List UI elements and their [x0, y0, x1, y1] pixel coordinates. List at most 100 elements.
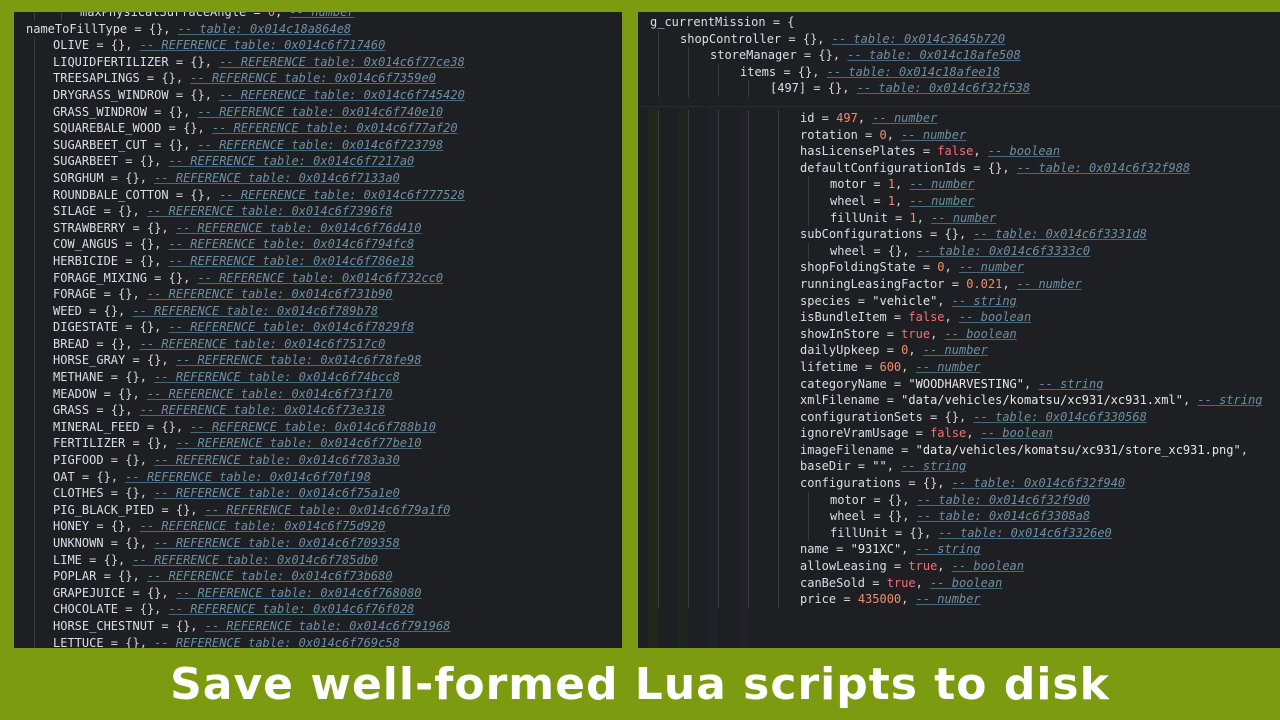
- code-line[interactable]: MINERAL_FEED = {}, -- REFERENCE table: 0…: [26, 418, 622, 436]
- code-comma: ,: [958, 227, 974, 242]
- code-line[interactable]: FORAGE_MIXING = {}, -- REFERENCE table: …: [26, 269, 622, 287]
- indent-guide: [34, 269, 35, 287]
- code-line[interactable]: HERBICIDE = {}, -- REFERENCE table: 0x01…: [26, 252, 622, 270]
- code-line[interactable]: LIME = {}, -- REFERENCE table: 0x014c6f7…: [26, 551, 622, 569]
- code-key: GRASS_WINDROW: [53, 104, 147, 119]
- code-line[interactable]: SILAGE = {}, -- REFERENCE table: 0x014c6…: [26, 203, 622, 220]
- code-line[interactable]: storeManager = {}, -- table: 0x014c18afe…: [650, 47, 1280, 64]
- code-line[interactable]: name = "931XC", -- string: [650, 541, 1280, 559]
- code-line[interactable]: wheel = 1, -- number: [650, 192, 1280, 210]
- code-line[interactable]: showInStore = true, -- boolean: [650, 325, 1280, 343]
- code-line[interactable]: nameToFillType = {}, -- table: 0x014c18a…: [26, 21, 622, 38]
- code-line[interactable]: TREESAPLINGS = {}, -- REFERENCE table: 0…: [26, 70, 622, 87]
- code-line[interactable]: SUGARBEET = {}, -- REFERENCE table: 0x01…: [26, 153, 622, 170]
- code-line[interactable]: SQUAREBALE_WOOD = {}, -- REFERENCE table…: [26, 120, 622, 137]
- code-line[interactable]: lifetime = 600, -- number: [650, 358, 1280, 376]
- code-line[interactable]: CLOTHES = {}, -- REFERENCE table: 0x014c…: [26, 485, 622, 502]
- code-line[interactable]: HONEY = {}, -- REFERENCE table: 0x014c6f…: [26, 518, 622, 535]
- code-line[interactable]: UNKNOWN = {}, -- REFERENCE table: 0x014c…: [26, 535, 622, 552]
- code-line[interactable]: SORGHUM = {}, -- REFERENCE table: 0x014c…: [26, 169, 622, 187]
- code-line[interactable]: motor = {}, -- table: 0x014c6f32f9d0: [650, 491, 1280, 509]
- indent-guide: [778, 458, 779, 476]
- code-operator: =: [96, 287, 119, 302]
- code-line[interactable]: defaultConfigurationIds = {}, -- table: …: [650, 159, 1280, 177]
- indent-guide: [718, 574, 719, 592]
- code-line[interactable]: HORSE_CHESTNUT = {}, -- REFERENCE table:…: [26, 617, 622, 635]
- indent-guide: [688, 126, 689, 144]
- code-comma: ,: [937, 559, 952, 574]
- code-line[interactable]: DRYGRASS_WINDROW = {}, -- REFERENCE tabl…: [26, 86, 622, 104]
- indent-guide: [718, 275, 719, 293]
- right-code-panel[interactable]: g_currentMission = {shopController = {},…: [638, 12, 1280, 648]
- indent-guide: [658, 126, 659, 144]
- code-line[interactable]: categoryName = "WOODHARVESTING", -- stri…: [650, 375, 1280, 393]
- code-line[interactable]: FORAGE = {}, -- REFERENCE table: 0x014c6…: [26, 286, 622, 303]
- code-line[interactable]: subConfigurations = {}, -- table: 0x014c…: [650, 226, 1280, 243]
- code-line[interactable]: ignoreVramUsage = false, -- boolean: [650, 425, 1280, 442]
- indent-guide: [34, 236, 35, 253]
- code-line[interactable]: METHANE = {}, -- REFERENCE table: 0x014c…: [26, 369, 622, 386]
- code-line[interactable]: isBundleItem = false, -- boolean: [650, 309, 1280, 326]
- code-comment: -- boolean: [930, 575, 1003, 590]
- code-line[interactable]: maxPhysicalSurfaceAngle = 0, -- number: [26, 12, 622, 21]
- code-line[interactable]: species = "vehicle", -- string: [650, 292, 1280, 310]
- code-line[interactable]: runningLeasingFactor = 0.021, -- number: [650, 275, 1280, 293]
- code-line[interactable]: imageFilename = "data/vehicles/komatsu/x…: [650, 441, 1280, 459]
- code-line[interactable]: POPLAR = {}, -- REFERENCE table: 0x014c6…: [26, 568, 622, 585]
- indent-guide: [688, 143, 689, 160]
- code-line[interactable]: hasLicensePlates = false, -- boolean: [650, 143, 1280, 160]
- code-line[interactable]: PIGFOOD = {}, -- REFERENCE table: 0x014c…: [26, 452, 622, 469]
- code-line[interactable]: BREAD = {}, -- REFERENCE table: 0x014c6f…: [26, 335, 622, 353]
- code-line[interactable]: LIQUIDFERTILIZER = {}, -- REFERENCE tabl…: [26, 53, 622, 71]
- code-line[interactable]: fillUnit = {}, -- table: 0x014c6f3326e0: [650, 524, 1280, 542]
- indent-guide: [748, 574, 749, 592]
- code-line[interactable]: PIG_BLACK_PIED = {}, -- REFERENCE table:…: [26, 501, 622, 519]
- code-comment: -- table: 0x014c6f32f940: [951, 476, 1126, 491]
- code-line[interactable]: canBeSold = true, -- boolean: [650, 574, 1280, 592]
- code-line[interactable]: HORSE_GRAY = {}, -- REFERENCE table: 0x0…: [26, 352, 622, 370]
- code-line[interactable]: MEADOW = {}, -- REFERENCE table: 0x014c6…: [26, 385, 622, 403]
- code-line[interactable]: allowLeasing = true, -- boolean: [650, 558, 1280, 575]
- code-line[interactable]: baseDir = "", -- string: [650, 458, 1280, 476]
- code-line[interactable]: price = 435000, -- number: [650, 591, 1280, 608]
- code-line[interactable]: fillUnit = 1, -- number: [650, 209, 1280, 227]
- code-line[interactable]: motor = 1, -- number: [650, 176, 1280, 193]
- code-line[interactable]: items = {}, -- table: 0x014c18afee18: [650, 63, 1280, 81]
- code-line[interactable]: GRASS = {}, -- REFERENCE table: 0x014c6f…: [26, 402, 622, 419]
- code-line[interactable]: OAT = {}, -- REFERENCE table: 0x014c6f70…: [26, 468, 622, 486]
- code-line[interactable]: dailyUpkeep = 0, -- number: [650, 342, 1280, 359]
- code-value: {}: [987, 160, 1003, 175]
- code-line[interactable]: wheel = {}, -- table: 0x014c6f3333c0: [650, 242, 1280, 260]
- left-code-panel[interactable]: maxPhysicalSurfaceAngle = 0, -- number na…: [14, 12, 622, 648]
- code-line[interactable]: FERTILIZER = {}, -- REFERENCE table: 0x0…: [26, 435, 622, 453]
- sticky-scroll-header[interactable]: g_currentMission = {shopController = {},…: [638, 12, 1280, 107]
- code-line[interactable]: shopFoldingState = 0, -- number: [650, 259, 1280, 276]
- code-line[interactable]: OLIVE = {}, -- REFERENCE table: 0x014c6f…: [26, 37, 622, 54]
- code-operator: =: [866, 509, 888, 524]
- code-line[interactable]: g_currentMission = {: [650, 14, 1280, 31]
- code-line[interactable]: SUGARBEET_CUT = {}, -- REFERENCE table: …: [26, 136, 622, 154]
- code-line[interactable]: ROUNDBALE_COTTON = {}, -- REFERENCE tabl…: [26, 186, 622, 204]
- code-line[interactable]: WEED = {}, -- REFERENCE table: 0x014c6f7…: [26, 302, 622, 320]
- code-line[interactable]: xmlFilename = "data/vehicles/komatsu/xc9…: [650, 392, 1280, 409]
- code-line[interactable]: configurations = {}, -- table: 0x014c6f3…: [650, 475, 1280, 492]
- indent-guide: [34, 551, 35, 569]
- code-value: {}: [118, 204, 133, 219]
- code-line[interactable]: DIGESTATE = {}, -- REFERENCE table: 0x01…: [26, 319, 622, 336]
- indent-guide: [778, 242, 779, 260]
- indent-guide: [718, 209, 719, 227]
- code-line[interactable]: STRAWBERRY = {}, -- REFERENCE table: 0x0…: [26, 219, 622, 237]
- code-line[interactable]: wheel = {}, -- table: 0x014c6f3308a8: [650, 508, 1280, 525]
- code-line[interactable]: LETTUCE = {}, -- REFERENCE table: 0x014c…: [26, 634, 622, 648]
- code-line[interactable]: shopController = {}, -- table: 0x014c364…: [650, 30, 1280, 48]
- code-line[interactable]: [497] = {}, -- table: 0x014c6f32f538: [650, 80, 1280, 97]
- code-line[interactable]: COW_ANGUS = {}, -- REFERENCE table: 0x01…: [26, 236, 622, 253]
- code-comma: ,: [958, 409, 974, 424]
- code-line[interactable]: CHOCOLATE = {}, -- REFERENCE table: 0x01…: [26, 601, 622, 618]
- indent-guide: [718, 441, 719, 459]
- code-line[interactable]: GRAPEJUICE = {}, -- REFERENCE table: 0x0…: [26, 584, 622, 602]
- code-line[interactable]: id = 497, -- number: [650, 110, 1280, 127]
- code-line[interactable]: rotation = 0, -- number: [650, 126, 1280, 144]
- code-line[interactable]: GRASS_WINDROW = {}, -- REFERENCE table: …: [26, 103, 622, 121]
- code-line[interactable]: configurationSets = {}, -- table: 0x014c…: [650, 408, 1280, 426]
